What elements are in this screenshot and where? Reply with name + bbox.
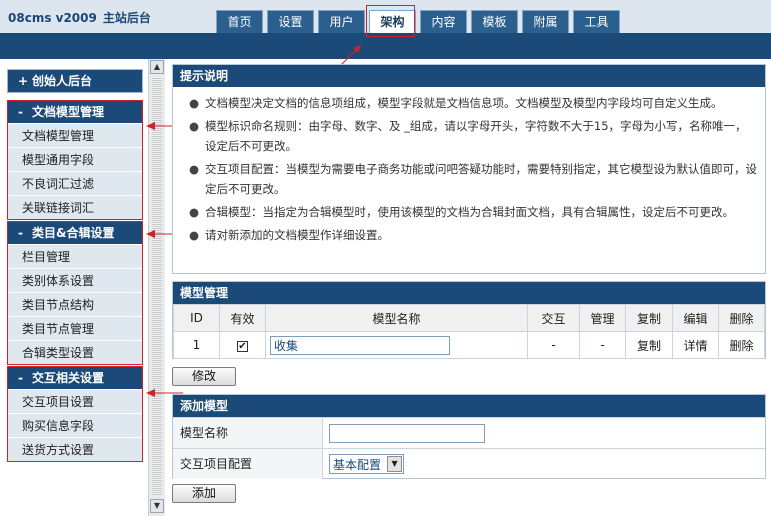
tip-text: 交互项目配置：当模型为需要电子商务功能或问吧答疑功能时，需要特别指定，其它模型设… [205, 162, 757, 196]
bullet-icon: ● [188, 228, 200, 242]
valid-checkbox[interactable]: ✔ [237, 341, 248, 352]
interaction-config-label: 交互项目配置 [173, 449, 323, 479]
model-name-label: 模型名称 [173, 418, 323, 448]
column-header-copy: 复制 [625, 304, 673, 332]
edit-details-link[interactable]: 详情 [672, 331, 719, 359]
arrow-to-interaction-head [146, 389, 155, 397]
column-header-edit: 编辑 [672, 304, 719, 332]
form-row-config: 交互项目配置 基本配置 ▼ [173, 448, 765, 479]
copy-link[interactable]: 复制 [625, 331, 673, 359]
column-header-interaction: 交互 [527, 304, 580, 332]
table-header-row: ID 有效 模型名称 交互 管理 复制 编辑 删除 [173, 304, 765, 332]
cell-interaction: - [527, 331, 580, 359]
model-name-input[interactable] [270, 335, 450, 355]
add-model-title: 添加模型 [173, 395, 765, 417]
tip-item: ● 文档模型决定文档的信息项组成，模型字段就是文档信息项。文档模型及模型内字段均可… [183, 93, 757, 113]
model-management-panel: 模型管理 ID 有效 模型名称 交互 管理 复制 编辑 删除 1 ✔ - - 复… [172, 281, 766, 359]
tip-text: 合辑模型：当指定为合辑模型时，使用该模型的文档为合辑封面文档，具有合辑属性，设定… [205, 205, 734, 219]
select-value: 基本配置 [333, 457, 382, 472]
tip-text: 文档模型决定文档的信息项组成，模型字段就是文档信息项。文档模型及模型内字段均可自… [205, 96, 723, 110]
tip-text: 模型标识命名规则：由字母、数字、及 _组成，请以字母开头，字符数不大于15，字母… [205, 119, 747, 153]
bullet-icon: ● [188, 119, 200, 133]
modify-button[interactable]: 修改 [172, 367, 236, 386]
cell-valid: ✔ [219, 331, 266, 359]
tip-item: ● 合辑模型：当指定为合辑模型时，使用该模型的文档为合辑封面文档，具有合辑属性，设… [183, 202, 757, 222]
column-header-delete: 删除 [718, 304, 765, 332]
add-model-panel: 添加模型 模型名称 交互项目配置 基本配置 ▼ [172, 394, 766, 479]
interaction-config-select[interactable]: 基本配置 ▼ [329, 454, 405, 474]
tip-item: ● 模型标识命名规则：由字母、数字、及 _组成，请以字母开头，字符数不大于15，字… [183, 116, 757, 156]
tips-list: ● 文档模型决定文档的信息项组成，模型字段就是文档信息项。文档模型及模型内字段均可… [173, 87, 765, 245]
column-header-name: 模型名称 [265, 304, 528, 332]
bullet-icon: ● [188, 162, 200, 176]
cell-id: 1 [173, 331, 220, 359]
column-header-id: ID [173, 304, 220, 332]
form-value: 基本配置 ▼ [323, 449, 765, 479]
arrow-to-doc-models-head [146, 122, 155, 130]
models-table: ID 有效 模型名称 交互 管理 复制 编辑 删除 1 ✔ - - 复制 详情 … [173, 304, 765, 359]
table-row: 1 ✔ - - 复制 详情 删除 [173, 331, 765, 359]
tip-item: ● 请对新添加的文档模型作详细设置。 [183, 225, 757, 245]
form-row-name: 模型名称 [173, 417, 765, 448]
column-header-manage: 管理 [579, 304, 626, 332]
tip-item: ● 交互项目配置：当模型为需要电子商务功能或问吧答疑功能时，需要特别指定，其它模型… [183, 159, 757, 199]
column-header-valid: 有效 [219, 304, 266, 332]
cell-name [265, 331, 528, 359]
form-value [323, 418, 765, 448]
tips-panel: 提示说明 ● 文档模型决定文档的信息项组成，模型字段就是文档信息项。文档模型及模型… [172, 64, 766, 274]
cell-manage: - [579, 331, 626, 359]
tips-title: 提示说明 [173, 65, 765, 87]
bullet-icon: ● [188, 96, 200, 110]
add-button[interactable]: 添加 [172, 484, 236, 503]
models-title: 模型管理 [173, 282, 765, 304]
delete-link[interactable]: 删除 [718, 331, 765, 359]
tip-text: 请对新添加的文档模型作详细设置。 [205, 228, 389, 242]
dropdown-arrow-icon[interactable]: ▼ [387, 456, 403, 472]
arrow-to-categories-head [146, 230, 155, 238]
bullet-icon: ● [188, 205, 200, 219]
new-model-name-input[interactable] [329, 423, 485, 443]
